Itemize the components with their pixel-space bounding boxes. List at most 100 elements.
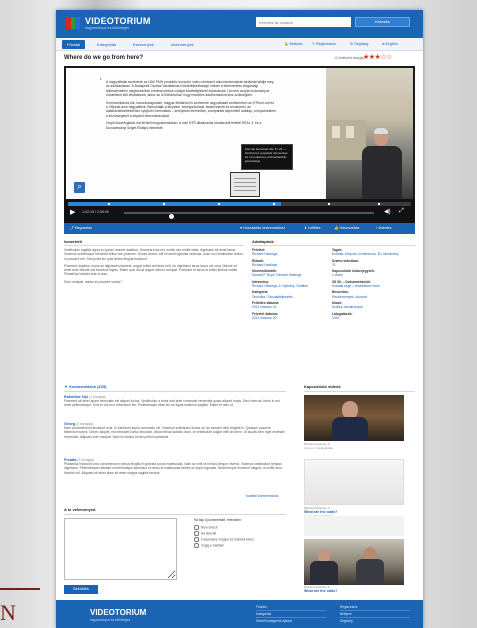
description-paragraph: Vestibulum sagittis ligula eu ipsum laor…: [64, 248, 244, 261]
fullscreen-icon[interactable]: ⤢: [399, 208, 404, 215]
footer-link[interactable]: Kiemelt kategóriai ajánlat: [256, 619, 292, 623]
slide-progress-fill: [68, 202, 281, 206]
related-video-thumbnail[interactable]: [304, 459, 404, 505]
language-link[interactable]: ⊕ English: [382, 40, 398, 49]
tab-events[interactable]: Események: [128, 40, 159, 49]
comment-text: Praesent sit amet quam venenatis est ali…: [64, 399, 280, 408]
divider: [64, 245, 244, 246]
slide-paragraph: Végül összefoglalók hat területi megvaló…: [106, 121, 262, 130]
comments-heading: Kommentárok (225): [69, 384, 107, 389]
footer-link[interactable]: Regisztráció: [340, 605, 358, 609]
tab-institutions[interactable]: Intézmények: [166, 40, 199, 49]
chapter-marker[interactable]: [108, 203, 110, 205]
detail-value[interactable]: Donald P. Boyd, Richard Hastings: [252, 273, 328, 277]
detail-value[interactable]: Rendezvények, központ: [332, 295, 415, 299]
detail-value[interactable]: Technika / Tanulásfejlesztés: [252, 295, 328, 299]
volume-icon[interactable]: ◀): [384, 208, 391, 215]
footer-brand[interactable]: VIDEOTORIUM: [90, 608, 146, 617]
rating-count: 12 értékelés alapján: [334, 56, 365, 60]
main-navigation: Főoldal Kategóriák Események Intézmények…: [56, 38, 423, 51]
submit-button[interactable]: Beküldés: [64, 585, 98, 594]
speaker-hair: [374, 128, 388, 134]
detail-value[interactable]: 21: [332, 263, 415, 267]
page-title: Where do we go from here?: [64, 55, 144, 61]
notify-option[interactable]: Ha sikerült: [194, 531, 216, 536]
login-label: Belépés: [289, 42, 303, 46]
thumbnail-person-body: [356, 559, 384, 585]
related-video-thumbnail[interactable]: [304, 539, 404, 585]
chapter-marker[interactable]: [163, 203, 165, 205]
divider: [64, 514, 286, 515]
detail-value[interactable]: Richard Hastings: [252, 263, 328, 267]
chapter-marker[interactable]: [218, 203, 220, 205]
seek-handle[interactable]: [169, 214, 174, 219]
like-label: Hasznosítás: [339, 226, 360, 230]
share-button[interactable]: ⤴ Megosztás: [70, 225, 92, 232]
comment-text: Nam condimentum tincidunt urna. In inter…: [64, 426, 285, 439]
description-text: Vestibulum sagittis ligula eu ipsum laor…: [64, 248, 244, 287]
comment-textarea[interactable]: [64, 518, 177, 580]
detail-value[interactable]: Kutatás segít – részletesen ezen: [332, 284, 415, 288]
detail-value[interactable]: Richard Hastings Jr. Nyitrány: Grafikai: [252, 284, 328, 288]
footer-link[interactable]: Segítség: [340, 619, 353, 623]
action-bar: ⤴ Megosztás ♥ Hozzáadás kedvencekhez ⬇ L…: [64, 223, 415, 234]
thumbnail-person-body: [310, 561, 338, 585]
chapter-marker[interactable]: [273, 203, 275, 205]
related-meta: 1 éve • 7 megtekintés: [304, 445, 333, 450]
details-left: Felvétel: Richard Hastings Előadó: Richard…: [252, 248, 328, 322]
slide-paragraph: A nagyvállalati szoftverek az ÜAV PMH pr…: [106, 80, 274, 98]
chapter-marker[interactable]: [328, 203, 330, 205]
slide-progress-track[interactable]: [68, 202, 411, 206]
comment: Rakotika: Nyl (1 hónapja) Praesent sit a…: [64, 395, 286, 408]
video-player[interactable]: • A nagyvállalati szoftverek az ÜAV PMH …: [64, 66, 415, 223]
slide-text: A nagyvállalati szoftverek az ÜAV PMH pr…: [106, 80, 276, 133]
download-button[interactable]: ⬇ Letöltés: [304, 225, 321, 232]
divider: [64, 391, 286, 392]
related-title[interactable]: What are the odds?: [304, 589, 404, 594]
notify-option[interactable]: Folyamatos magyar és hollandi kérés: [194, 537, 254, 542]
play-icon[interactable]: ▶: [70, 208, 75, 216]
tab-categories[interactable]: Kategóriák: [92, 40, 121, 49]
related-video-thumbnail[interactable]: [304, 516, 404, 536]
brand-name[interactable]: VIDEOTORIUM: [85, 16, 151, 26]
description-heading: Ismertető: [64, 239, 83, 244]
report-button[interactable]: ! Jelentés: [376, 225, 391, 232]
star-rating[interactable]: ★★★☆☆: [363, 53, 392, 61]
footer-divider: [340, 617, 410, 618]
related-heading: Kapcsolódó videók: [304, 384, 341, 389]
player-controls: ▶ 1:02:15 / 2:05:00 ◀) ⤢: [64, 199, 415, 223]
more-comments-link[interactable]: további kommentárok: [246, 494, 278, 498]
footer: VIDEOTORIUM hagyományos és különleges Fő…: [56, 600, 423, 628]
detail-value[interactable]: Richard Hastings: [252, 252, 328, 256]
tab-home[interactable]: Főoldal: [62, 40, 86, 49]
speaker-video: [326, 68, 413, 199]
footer-link[interactable]: Főoldal: [256, 605, 266, 609]
videotorium-logo-icon[interactable]: [66, 16, 80, 30]
notify-option[interactable]: Nem értesít: [194, 525, 217, 530]
slide-paragraph: Kommunikációs tök, hasonlóságossák, magy…: [106, 100, 276, 118]
share-label: Megosztás: [74, 226, 92, 230]
search-button[interactable]: Keresés: [355, 17, 410, 27]
detail-value[interactable]: Kultúra, tanulmányok: [332, 305, 415, 309]
slide-thumbnail[interactable]: [230, 172, 260, 197]
like-button[interactable]: 👍 Hasznosítás: [334, 225, 359, 232]
video-window: [332, 126, 340, 138]
seek-bar[interactable]: [124, 212, 374, 219]
favorite-button[interactable]: ♥ Hozzáadás kedvencekhez: [240, 225, 285, 232]
search-input[interactable]: [256, 17, 351, 27]
login-link[interactable]: 🔒 Belépés: [284, 40, 302, 49]
footer-link[interactable]: Belépés: [340, 612, 352, 616]
chapter-marker[interactable]: [378, 203, 380, 205]
register-link[interactable]: ✎ Regisztráció: [312, 40, 336, 49]
related-video-thumbnail[interactable]: [304, 395, 404, 441]
help-link[interactable]: ⚙ Segítség: [350, 40, 368, 49]
detail-value[interactable]: Kutatás, központ, konferencia, 3D, tanul…: [332, 252, 415, 256]
footer-link[interactable]: Kategóriák: [256, 612, 271, 616]
footer-divider: [340, 610, 410, 611]
download-label: Letöltés: [308, 226, 321, 230]
notify-option[interactable]: Végig e-mailban: [194, 543, 224, 548]
zoom-icon[interactable]: ⌕: [74, 182, 85, 193]
detail-value[interactable]: 1 videó: [332, 273, 415, 277]
comments-toggle[interactable]: ▼ Kommentárok (225): [64, 384, 106, 389]
presentation-slide: • A nagyvállalati szoftverek az ÜAV PMH …: [66, 68, 326, 199]
